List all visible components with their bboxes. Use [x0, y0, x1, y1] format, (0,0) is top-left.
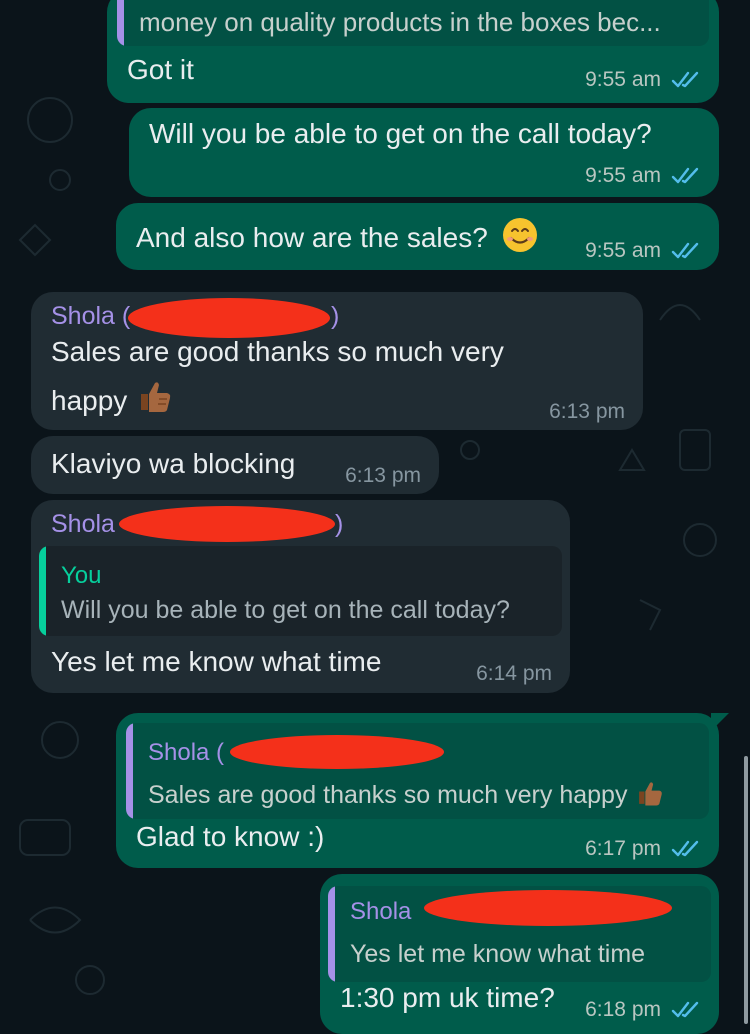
quote-author: Shola	[350, 898, 412, 925]
message-text-line1: Sales are good thanks so much very	[51, 336, 504, 367]
message-text: Will you be able to get on the call toda…	[149, 118, 652, 149]
message-time: 6:17 pm	[585, 837, 661, 860]
message-time: 9:55 am	[585, 164, 661, 187]
message-time: 6:14 pm	[476, 662, 552, 685]
quoted-message[interactable]: money on quality products in the boxes b…	[117, 0, 709, 46]
thumbs-up-emoji	[141, 382, 171, 412]
message-meta: 6:13 pm	[549, 400, 625, 424]
message-bubble-outgoing[interactable]: Will you be able to get on the call toda…	[129, 108, 719, 197]
message-meta: 9:55 am	[585, 164, 701, 188]
quote-author: You	[61, 562, 102, 589]
scrollbar[interactable]	[744, 756, 748, 1024]
message-time: 6:13 pm	[345, 464, 421, 487]
quote-text: Yes let me know what time	[350, 940, 646, 968]
double-check-icon	[671, 242, 699, 259]
sender-name-close: )	[335, 510, 344, 538]
redaction-mark	[119, 506, 335, 542]
quote-text: Will you be able to get on the call toda…	[61, 596, 510, 624]
message-bubble-incoming[interactable]: Shola ( ) Sales are good thanks so much …	[31, 292, 643, 430]
quote-text: Sales are good thanks so much very happy	[148, 779, 664, 810]
message-text: Klaviyo wa blocking	[51, 448, 296, 479]
message-text: Glad to know :)	[136, 821, 325, 852]
thumbs-up-emoji	[639, 782, 663, 806]
message-text: 1:30 pm uk time?	[340, 982, 555, 1013]
quoted-message[interactable]: You Will you be able to get on the call …	[39, 546, 562, 636]
message-time: 9:55 am	[585, 68, 661, 91]
message-text: And also how are the sales?	[136, 217, 538, 256]
sender-name: Shola	[51, 510, 115, 538]
message-meta: 6:18 pm	[585, 998, 701, 1022]
message-meta: 6:17 pm	[585, 837, 701, 861]
quote-text: money on quality products in the boxes b…	[139, 7, 661, 37]
message-bubble-outgoing[interactable]: money on quality products in the boxes b…	[107, 0, 719, 103]
quote-accent-bar	[117, 0, 124, 46]
message-text: Yes let me know what time	[51, 646, 382, 677]
double-check-icon	[671, 1001, 699, 1018]
message-time: 6:18 pm	[585, 998, 661, 1021]
redaction-mark	[424, 890, 672, 926]
message-time: 6:13 pm	[549, 400, 625, 423]
message-meta: 9:55 am	[585, 68, 701, 92]
message-time: 9:55 am	[585, 239, 661, 262]
redaction-mark	[128, 298, 330, 338]
double-check-icon	[671, 840, 699, 857]
smiling-face-emoji	[502, 218, 537, 252]
message-text-line2: happy	[51, 378, 173, 419]
bubble-tail	[711, 713, 729, 731]
quote-accent-bar	[328, 886, 335, 982]
message-bubble-incoming[interactable]: Klaviyo wa blocking 6:13 pm	[31, 436, 439, 494]
message-meta: 9:55 am	[585, 239, 701, 263]
quote-accent-bar	[126, 723, 133, 819]
double-check-icon	[671, 71, 699, 88]
message-meta: 6:13 pm	[345, 464, 421, 488]
sender-name-close: )	[331, 302, 340, 330]
sender-name: Shola (	[51, 302, 131, 330]
quoted-message[interactable]: Shola Yes let me know what time	[328, 886, 711, 982]
quote-author: Shola (	[148, 739, 225, 766]
message-text: Got it	[127, 54, 194, 85]
redaction-mark	[230, 735, 444, 769]
message-bubble-outgoing[interactable]: Shola ( Sales are good thanks so much ve…	[116, 713, 729, 868]
message-bubble-outgoing[interactable]: Shola Yes let me know what time 1:30 pm …	[320, 874, 719, 1034]
quote-accent-bar	[39, 546, 46, 636]
double-check-icon	[671, 167, 699, 184]
message-bubble-outgoing[interactable]: And also how are the sales? 9:55 am	[116, 203, 719, 270]
message-meta: 6:14 pm	[476, 662, 552, 686]
message-bubble-incoming[interactable]: Shola ) You Will you be able to get on t…	[31, 500, 570, 693]
quoted-message[interactable]: Shola ( Sales are good thanks so much ve…	[126, 723, 709, 819]
